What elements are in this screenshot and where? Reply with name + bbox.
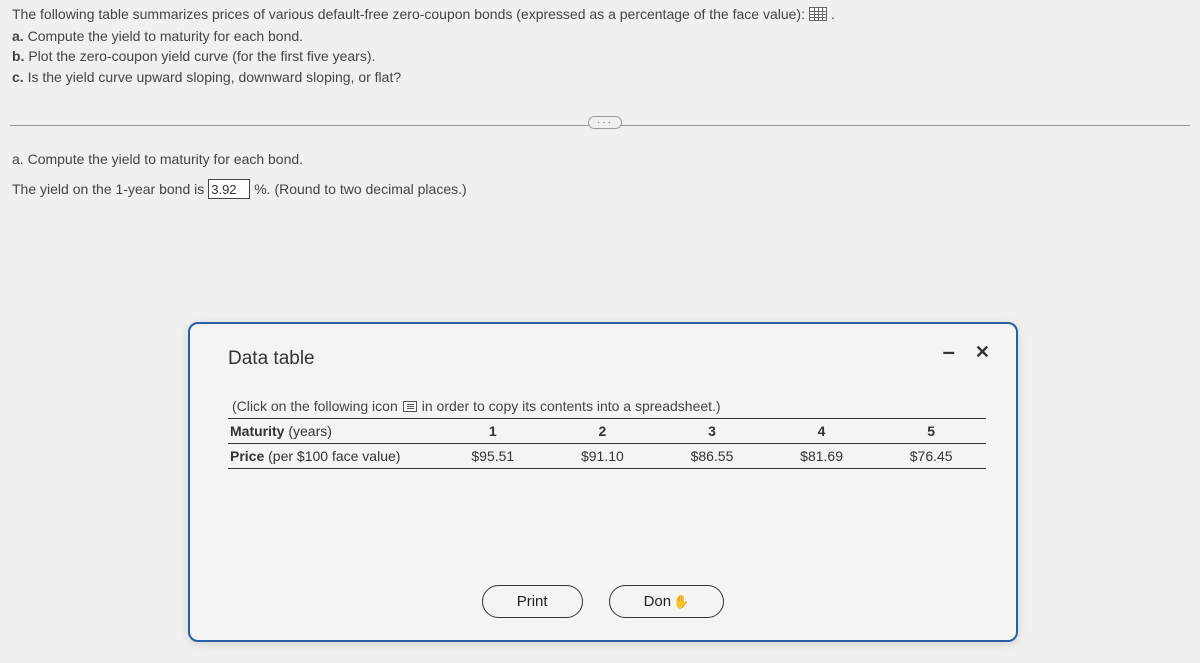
part-c-text: Is the yield curve upward sloping, downw…: [28, 69, 402, 85]
price-label-bold: Price: [230, 448, 264, 464]
maturity-2: 2: [548, 419, 658, 443]
table-row: Maturity (years) 1 2 3 4 5: [228, 419, 986, 444]
maturity-label-paren: (years): [284, 423, 331, 439]
answer-entry-row: The yield on the 1-year bond is %. (Roun…: [12, 179, 1190, 199]
maturity-4: 4: [767, 419, 877, 443]
part-a: a. Compute the yield to maturity for eac…: [12, 26, 1190, 46]
answer-post-text: %. (Round to two decimal places.): [254, 181, 466, 197]
price-label-paren: (per $100 face value): [264, 448, 400, 464]
price-4: $81.69: [767, 444, 877, 468]
part-a-text: Compute the yield to maturity for each b…: [28, 28, 303, 44]
part-c: c. Is the yield curve upward sloping, do…: [12, 67, 1190, 87]
maturity-label: Maturity (years): [228, 419, 438, 443]
modal-buttons: Print Don✋: [190, 585, 1016, 618]
copy-hint: (Click on the following icon in order to…: [228, 398, 986, 419]
price-3: $86.55: [657, 444, 767, 468]
done-button[interactable]: Don✋: [609, 585, 725, 618]
maturity-label-bold: Maturity: [230, 423, 284, 439]
price-1: $95.51: [438, 444, 548, 468]
maturity-3: 3: [657, 419, 767, 443]
price-2: $91.10: [548, 444, 658, 468]
answer-heading-text: Compute the yield to maturity for each b…: [28, 151, 303, 167]
section-divider: ···: [0, 115, 1200, 135]
table-icon[interactable]: [809, 7, 827, 21]
price-5: $76.45: [876, 444, 986, 468]
minimize-icon[interactable]: –: [943, 348, 955, 357]
maturity-5: 5: [876, 419, 986, 443]
answer-section: a. Compute the yield to maturity for eac…: [0, 135, 1200, 199]
yield-input[interactable]: [208, 179, 250, 199]
price-table: Maturity (years) 1 2 3 4 5 Price (per $1…: [228, 419, 986, 469]
answer-pre-text: The yield on the 1-year bond is: [12, 181, 204, 197]
copy-hint-post: in order to copy its contents into a spr…: [422, 398, 721, 414]
expand-ellipsis-button[interactable]: ···: [588, 116, 622, 129]
answer-heading-prefix: a.: [12, 151, 24, 167]
copy-hint-pre: (Click on the following icon: [232, 398, 398, 414]
price-label: Price (per $100 face value): [228, 444, 438, 468]
maturity-1: 1: [438, 419, 548, 443]
data-table-modal: – ✕ Data table (Click on the following i…: [188, 322, 1018, 642]
part-b: b. Plot the zero-coupon yield curve (for…: [12, 46, 1190, 66]
cursor-icon: ✋: [673, 594, 689, 610]
modal-title: Data table: [228, 348, 994, 370]
answer-heading: a. Compute the yield to maturity for eac…: [12, 149, 1190, 169]
intro-line: The following table summarizes prices of…: [12, 6, 1190, 22]
copy-spreadsheet-icon[interactable]: [403, 401, 417, 412]
table-row: Price (per $100 face value) $95.51 $91.1…: [228, 444, 986, 469]
period: .: [831, 6, 835, 22]
done-button-label: Don: [644, 593, 672, 610]
intro-text: The following table summarizes prices of…: [12, 6, 805, 22]
print-button-label: Print: [517, 593, 548, 610]
modal-window-controls: – ✕: [943, 342, 990, 363]
problem-statement: The following table summarizes prices of…: [0, 0, 1200, 97]
part-b-text: Plot the zero-coupon yield curve (for th…: [28, 48, 375, 64]
close-icon[interactable]: ✕: [975, 342, 990, 363]
print-button[interactable]: Print: [482, 585, 583, 618]
